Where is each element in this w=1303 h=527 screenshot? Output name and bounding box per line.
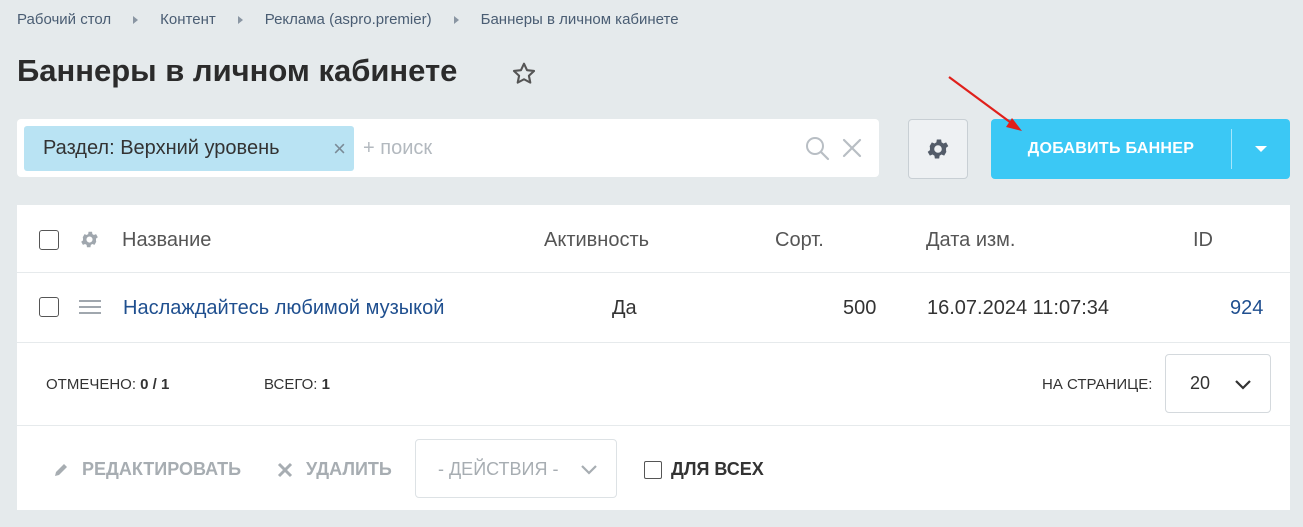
- chevron-down-icon: [1235, 380, 1251, 390]
- edit-button[interactable]: РЕДАКТИРОВАТЬ: [52, 459, 241, 480]
- column-settings-gear-icon[interactable]: [79, 229, 100, 250]
- per-page-label: НА СТРАНИЦЕ:: [1042, 376, 1153, 393]
- for-all-label: ДЛЯ ВСЕХ: [671, 459, 764, 479]
- selected-value: 0 / 1: [140, 376, 170, 393]
- banners-grid: Название Активность Сорт. Дата изм. ID Н…: [17, 205, 1290, 510]
- chip-remove-icon[interactable]: ×: [333, 138, 346, 160]
- search-icon[interactable]: [804, 135, 830, 161]
- chevron-right-icon: [453, 15, 459, 24]
- row-menu-icon[interactable]: [79, 298, 101, 316]
- row-active: Да: [612, 297, 637, 319]
- selected-counter: ОТМЕЧЕНО: 0 / 1: [46, 376, 169, 393]
- per-page-select[interactable]: 20: [1165, 354, 1271, 413]
- pencil-icon: [55, 463, 67, 476]
- chevron-right-icon: [237, 15, 243, 24]
- chevron-right-icon: [133, 15, 139, 24]
- row-sort: 500: [843, 297, 877, 319]
- per-page-value: 20: [1190, 373, 1211, 393]
- actions-select-value: - ДЕЙСТВИЯ -: [438, 459, 559, 479]
- row-name-link[interactable]: Наслаждайтесь любимой музыкой: [123, 297, 444, 320]
- settings-button[interactable]: [908, 119, 968, 179]
- star-icon[interactable]: [510, 60, 538, 88]
- select-all-checkbox[interactable]: [39, 230, 59, 250]
- row-id-link[interactable]: 924: [1230, 297, 1263, 320]
- header-sort[interactable]: Сорт.: [775, 229, 824, 252]
- caret-down-icon: [1254, 146, 1267, 152]
- header-active[interactable]: Активность: [544, 229, 649, 252]
- gear-icon: [927, 139, 949, 159]
- search-input[interactable]: [363, 133, 793, 163]
- breadcrumb-content[interactable]: Контент: [160, 11, 216, 28]
- grid-header: Название Активность Сорт. Дата изм. ID: [17, 205, 1290, 273]
- breadcrumb-ads[interactable]: Реклама (aspro.premier): [265, 11, 432, 28]
- row-date: 16.07.2024 11:07:34: [927, 297, 1110, 319]
- page-title: Баннеры в личном кабинете: [17, 53, 458, 88]
- add-banner-label: ДОБАВИТЬ БАННЕР: [1027, 140, 1195, 157]
- actions-select[interactable]: - ДЕЙСТВИЯ -: [415, 439, 617, 498]
- add-banner-dropdown[interactable]: [1231, 119, 1290, 179]
- filter-search-box[interactable]: Раздел: Верхний уровень ×: [17, 119, 879, 177]
- filter-chip-label: Раздел: Верхний уровень: [43, 137, 280, 159]
- close-icon[interactable]: [840, 136, 864, 160]
- delete-label: УДАЛИТЬ: [306, 459, 392, 479]
- total-label: ВСЕГО:: [264, 376, 318, 393]
- for-all-checkbox[interactable]: ДЛЯ ВСЕХ: [644, 459, 764, 480]
- delete-button[interactable]: УДАЛИТЬ: [276, 459, 392, 480]
- header-name[interactable]: Название: [122, 229, 211, 252]
- breadcrumb: Рабочий стол Контент Реклама (aspro.prem…: [17, 11, 679, 28]
- edit-label: РЕДАКТИРОВАТЬ: [82, 459, 242, 479]
- total-value: 1: [321, 376, 330, 393]
- for-all-box[interactable]: [644, 460, 662, 479]
- breadcrumb-current[interactable]: Баннеры в личном кабинете: [481, 11, 679, 28]
- actions-bar: РЕДАКТИРОВАТЬ УДАЛИТЬ - ДЕЙСТВИЯ - ДЛЯ В…: [17, 425, 1290, 510]
- selected-label: ОТМЕЧЕНО:: [46, 376, 136, 393]
- table-row[interactable]: Наслаждайтесь любимой музыкой Да 500 16.…: [17, 273, 1290, 343]
- chevron-down-icon: [581, 465, 597, 475]
- header-date[interactable]: Дата изм.: [926, 229, 1016, 252]
- total-counter: ВСЕГО: 1: [264, 376, 330, 393]
- delete-x-icon: [277, 462, 293, 477]
- add-banner-button[interactable]: ДОБАВИТЬ БАННЕР: [991, 119, 1290, 179]
- row-checkbox[interactable]: [39, 297, 59, 317]
- breadcrumb-desktop[interactable]: Рабочий стол: [17, 11, 111, 28]
- header-id[interactable]: ID: [1193, 229, 1213, 252]
- filter-chip[interactable]: Раздел: Верхний уровень ×: [24, 126, 354, 171]
